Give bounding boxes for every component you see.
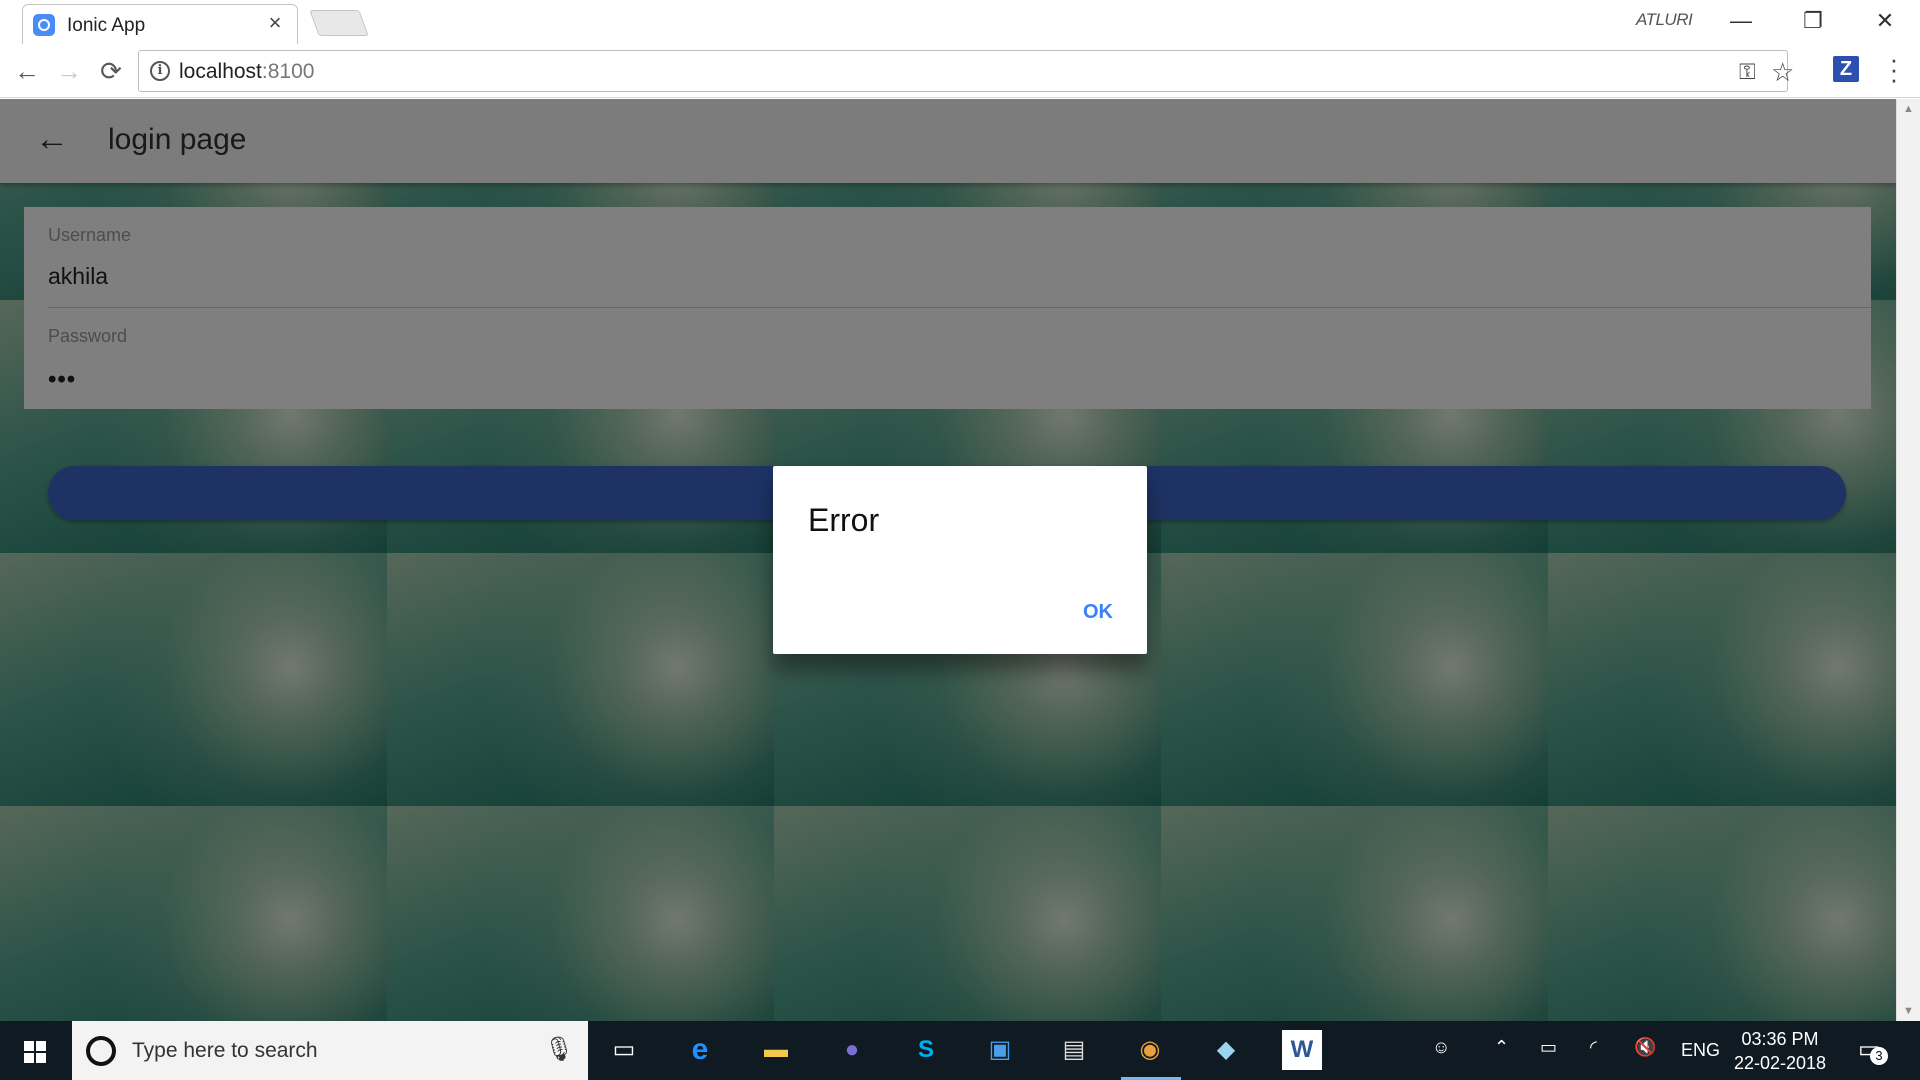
windows-taskbar: Type here to search 🎙 ▭ e ▬ ● S ▣ ▤ ◉ ◆ … [0, 1021, 1920, 1080]
volume-muted-icon[interactable]: 🔇 [1634, 1037, 1656, 1058]
ionic-favicon-icon [33, 14, 55, 36]
site-info-icon[interactable]: i [150, 61, 170, 81]
browser-tab-ionic-app[interactable]: Ionic App × [22, 4, 298, 44]
page-viewport: ← login page Username akhila Password ••… [0, 99, 1920, 1021]
action-center-button[interactable]: ▭ 3 [1856, 1033, 1888, 1065]
password-key-icon[interactable]: ⚿ [1739, 59, 1756, 85]
scroll-up-icon[interactable]: ▲ [1897, 99, 1920, 119]
url-host: localhost [179, 60, 262, 83]
browser-forward-button[interactable]: → [54, 56, 84, 86]
tab-title: Ionic App [67, 15, 146, 36]
brackets-icon[interactable]: ▣ [980, 1030, 1020, 1070]
windows-logo-icon [24, 1041, 34, 1051]
error-alert-dialog: Error OK [773, 466, 1147, 654]
minimize-button[interactable]: — [1706, 0, 1776, 42]
alert-title: Error [808, 502, 880, 538]
extension-z-icon[interactable]: Z [1833, 56, 1859, 82]
show-hidden-icons-icon[interactable]: ⌃ [1494, 1037, 1509, 1058]
taskbar-search-box[interactable]: Type here to search 🎙 [72, 1021, 588, 1080]
file-explorer-icon[interactable]: ▬ [756, 1030, 796, 1070]
close-window-button[interactable]: ✕ [1850, 0, 1920, 42]
alert-ok-button[interactable]: OK [1069, 595, 1127, 630]
clock-time: 03:36 PM [1741, 1029, 1819, 1049]
taskbar-clock[interactable]: 03:36 PM 22-02-2018 [1720, 1027, 1840, 1075]
bookmark-star-icon[interactable]: ☆ [1771, 57, 1794, 88]
microphone-icon[interactable]: 🎙 [544, 1035, 574, 1064]
browser-toolbar: ← → ⟳ i localhost:8100 ⚿ ☆ Z · · · [0, 44, 1920, 98]
word-icon[interactable]: W [1282, 1030, 1322, 1070]
wifi-icon[interactable]: ◜ [1590, 1037, 1597, 1058]
eclipse-icon[interactable]: ● [832, 1030, 872, 1070]
cortana-icon[interactable] [86, 1036, 116, 1066]
reload-button[interactable]: ⟳ [96, 56, 126, 86]
skype-icon[interactable]: S [906, 1030, 946, 1070]
language-indicator[interactable]: ENG [1681, 1040, 1720, 1061]
task-view-icon[interactable]: ▭ [604, 1030, 644, 1070]
url-text[interactable]: localhost:8100 [179, 60, 314, 84]
new-tab-button[interactable] [309, 10, 369, 36]
browser-back-button[interactable]: ← [12, 56, 42, 86]
notepad-icon[interactable]: ◆ [1206, 1030, 1246, 1070]
battery-icon[interactable]: ▭ [1540, 1037, 1557, 1058]
address-bar[interactable]: i localhost:8100 ⚿ ☆ [138, 50, 1794, 92]
notification-count-badge: 3 [1870, 1047, 1888, 1065]
url-port: :8100 [261, 60, 315, 83]
profile-name[interactable]: ATLURI [1636, 10, 1693, 30]
people-icon[interactable]: ☺ [1432, 1037, 1450, 1058]
clock-date: 22-02-2018 [1733, 1053, 1827, 1073]
start-button[interactable] [0, 1021, 72, 1080]
edge-browser-icon[interactable]: e [680, 1030, 720, 1070]
tab-close-button[interactable]: × [263, 11, 287, 35]
search-placeholder[interactable]: Type here to search [132, 1039, 318, 1063]
page-scrollbar[interactable]: ▲ ▼ [1896, 99, 1920, 1021]
scroll-down-icon[interactable]: ▼ [1897, 1001, 1920, 1021]
browser-titlebar: Ionic App × ATLURI — ❐ ✕ [0, 0, 1920, 44]
restore-button[interactable]: ❐ [1778, 0, 1848, 42]
command-prompt-icon[interactable]: ▤ [1054, 1030, 1094, 1070]
browser-menu-icon[interactable]: · · · [1884, 46, 1904, 92]
chrome-icon[interactable]: ◉ [1130, 1030, 1170, 1070]
